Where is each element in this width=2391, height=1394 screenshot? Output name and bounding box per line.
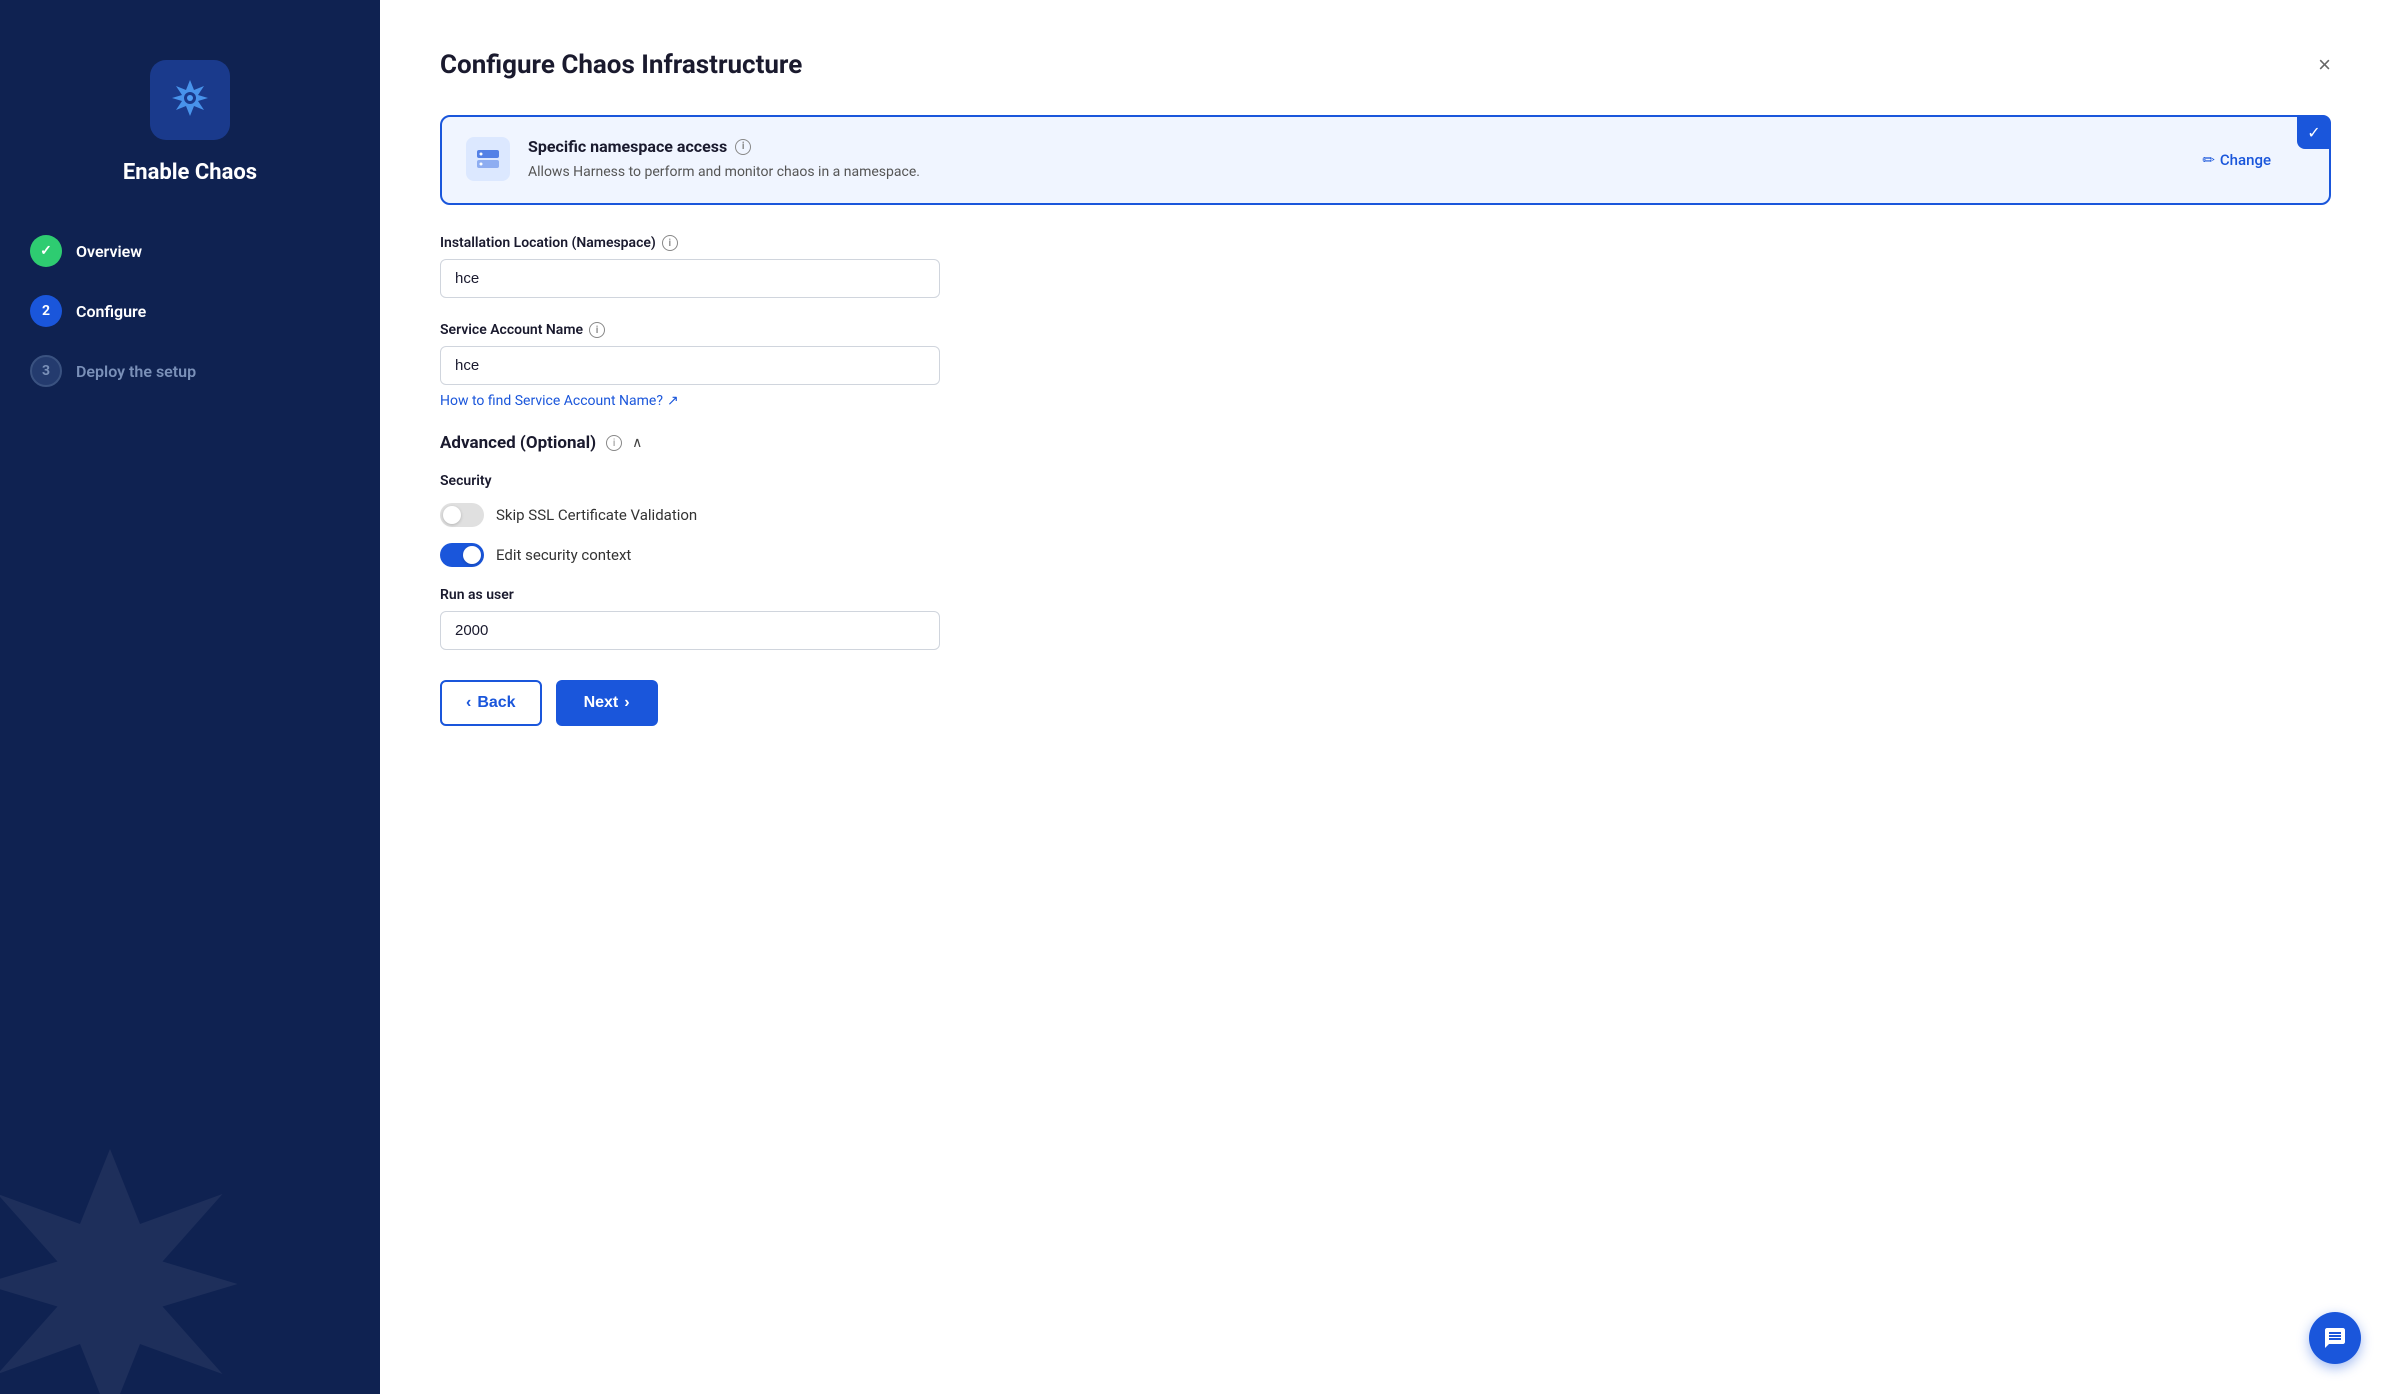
next-button[interactable]: Next › <box>556 680 658 726</box>
card-title: Specific namespace access i <box>528 137 920 156</box>
sidebar: Enable Chaos ✓ Overview 2 Configure 3 De… <box>0 0 380 1394</box>
edit-icon: ✏ <box>2202 151 2215 169</box>
namespace-icon <box>475 146 501 172</box>
sidebar-title: Enable Chaos <box>123 160 257 185</box>
card-content: Specific namespace access i Allows Harne… <box>528 137 920 183</box>
close-button[interactable]: × <box>2318 54 2331 76</box>
service-account-input[interactable] <box>440 346 940 385</box>
installation-location-input[interactable] <box>440 259 940 298</box>
external-link-icon: ↗ <box>667 393 679 409</box>
chat-bubble[interactable] <box>2309 1312 2361 1364</box>
security-label: Security <box>440 473 2331 489</box>
service-account-help-link[interactable]: How to find Service Account Name? ↗ <box>440 393 679 409</box>
security-context-toggle-row: Edit security context <box>440 543 2331 567</box>
advanced-title: Advanced (Optional) <box>440 433 596 453</box>
run-as-user-input[interactable] <box>440 611 940 650</box>
sidebar-steps: ✓ Overview 2 Configure 3 Deploy the setu… <box>30 235 350 387</box>
card-icon <box>466 137 510 181</box>
step-circle-deploy: 3 <box>30 355 62 387</box>
step-circle-configure: 2 <box>30 295 62 327</box>
service-account-label: Service Account Name i <box>440 322 2331 338</box>
back-chevron-icon: ‹ <box>466 694 471 712</box>
installation-info-icon[interactable]: i <box>662 235 678 251</box>
advanced-section: Advanced (Optional) i ∧ Security Skip SS… <box>440 433 2331 650</box>
ssl-toggle[interactable] <box>440 503 484 527</box>
card-checkmark: ✓ <box>2297 115 2331 149</box>
change-link[interactable]: ✏ Change <box>2202 151 2271 169</box>
step-label-configure: Configure <box>76 302 146 321</box>
advanced-info-icon[interactable]: i <box>606 435 622 451</box>
footer-buttons: ‹ Back Next › <box>440 680 2331 726</box>
service-account-group: Service Account Name i How to find Servi… <box>440 322 2331 409</box>
sidebar-logo <box>150 60 230 140</box>
namespace-access-card: Specific namespace access i Allows Harne… <box>440 115 2331 205</box>
service-account-info-icon[interactable]: i <box>589 322 605 338</box>
installation-location-label: Installation Location (Namespace) i <box>440 235 2331 251</box>
step-circle-overview: ✓ <box>30 235 62 267</box>
sidebar-item-configure[interactable]: 2 Configure <box>30 295 350 327</box>
advanced-chevron-icon[interactable]: ∧ <box>632 435 642 451</box>
security-context-toggle-knob <box>463 546 481 564</box>
run-as-user-group: Run as user <box>440 587 2331 650</box>
step-label-overview: Overview <box>76 242 142 261</box>
next-chevron-icon: › <box>624 694 629 712</box>
security-context-toggle[interactable] <box>440 543 484 567</box>
chat-icon <box>2323 1326 2347 1350</box>
card-description: Allows Harness to perform and monitor ch… <box>528 162 920 183</box>
ssl-toggle-label: Skip SSL Certificate Validation <box>496 506 697 524</box>
card-info-icon[interactable]: i <box>735 139 751 155</box>
sidebar-item-deploy[interactable]: 3 Deploy the setup <box>30 355 350 387</box>
back-button[interactable]: ‹ Back <box>440 680 542 726</box>
modal-title: Configure Chaos Infrastructure <box>440 50 802 80</box>
run-as-user-label: Run as user <box>440 587 2331 603</box>
sidebar-item-overview[interactable]: ✓ Overview <box>30 235 350 267</box>
advanced-header: Advanced (Optional) i ∧ <box>440 433 2331 453</box>
ssl-toggle-row: Skip SSL Certificate Validation <box>440 503 2331 527</box>
main-content: Configure Chaos Infrastructure × Specifi… <box>380 0 2391 1394</box>
helm-icon <box>166 76 214 124</box>
security-context-toggle-label: Edit security context <box>496 546 631 564</box>
modal-header: Configure Chaos Infrastructure × <box>440 50 2331 80</box>
installation-location-group: Installation Location (Namespace) i <box>440 235 2331 298</box>
watermark-icon <box>0 1134 260 1394</box>
security-section: Security Skip SSL Certificate Validation… <box>440 473 2331 567</box>
step-label-deploy: Deploy the setup <box>76 362 196 381</box>
ssl-toggle-knob <box>443 506 461 524</box>
